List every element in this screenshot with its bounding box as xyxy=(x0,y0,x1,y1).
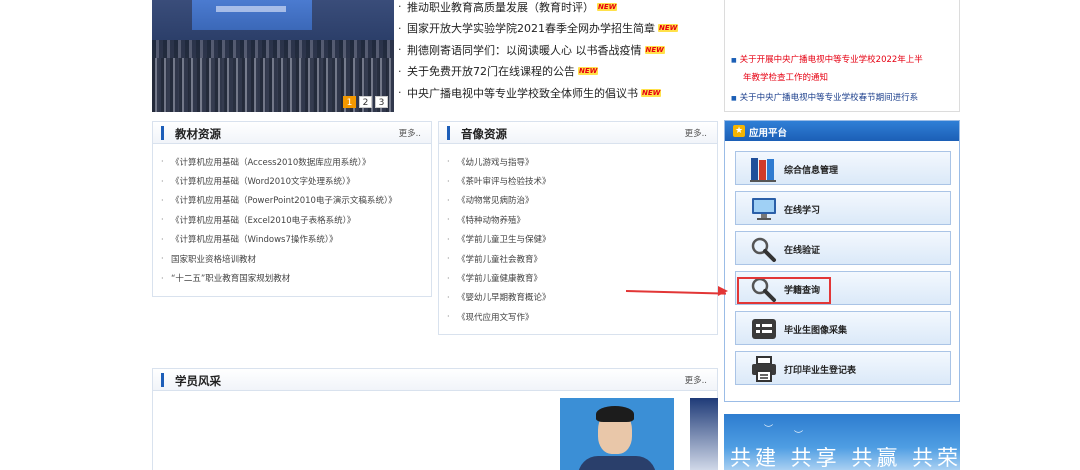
carousel-page-1[interactable]: 1 xyxy=(343,96,356,108)
list-item[interactable]: · 《特种动物养殖》 xyxy=(447,210,717,229)
news-item[interactable]: · 关于免费开放72门在线课程的公告 NEW xyxy=(398,61,698,83)
title-bar-marker xyxy=(447,126,450,140)
new-badge: NEW xyxy=(658,24,679,33)
panel-header: 学员风采 更多.. xyxy=(153,369,717,391)
app-platform-panel: ★ 应用平台 综合信息管理 在线学习 在线验证 学籍查询 毕业生图像采集 打印毕… xyxy=(724,120,960,402)
bullet-triangle-icon: ■ xyxy=(731,57,737,64)
news-title[interactable]: 推动职业教育高质量发展（教育时评） xyxy=(407,0,594,15)
title-bar-marker xyxy=(161,373,164,387)
list-item[interactable]: · 国家职业资格培训教材 xyxy=(161,249,431,268)
app-button-online-verification[interactable]: 在线验证 xyxy=(735,231,951,265)
promo-banner[interactable]: ︶ ︶ 共建 共享 共赢 共荣 xyxy=(724,414,960,470)
notice-item[interactable]: ■ 关于开展中央广播电视中等专业学校2022年上半 xyxy=(731,52,923,69)
notice-box: ■ 关于开展中央广播电视中等专业学校2022年上半 年教学检查工作的通知 ■ 关于中… xyxy=(724,0,960,112)
bird-icon: ︶ xyxy=(764,425,774,435)
new-badge: NEW xyxy=(644,45,665,54)
monitor-icon xyxy=(752,198,776,220)
list-item[interactable]: · 《动物常见病防治》 xyxy=(447,191,717,210)
news-title[interactable]: 中央广播电视中等专业学校致全体师生的倡议书 xyxy=(407,85,638,101)
carousel-page-2[interactable]: 2 xyxy=(359,96,372,108)
list-item[interactable]: · 《现代应用文写作》 xyxy=(447,307,717,326)
notice-item[interactable]: ■ 关于中央广播电视中等专业学校春节期间进行系 xyxy=(731,90,918,107)
app-button-print-registration[interactable]: 打印毕业生登记表 xyxy=(735,351,951,385)
new-badge: NEW xyxy=(597,2,618,11)
list-item[interactable]: · 《学前儿童社会教育》 xyxy=(447,249,717,268)
more-link[interactable]: 更多.. xyxy=(399,127,421,139)
list-item[interactable]: · 《计算机应用基础（Windows7操作系统）》 xyxy=(161,230,431,249)
printer-icon xyxy=(752,356,776,382)
news-item[interactable]: · 中央广播电视中等专业学校致全体师生的倡议书 NEW xyxy=(398,82,698,104)
list-item[interactable]: · 《学前儿童健康教育》 xyxy=(447,268,717,287)
more-link[interactable]: 更多.. xyxy=(685,374,707,386)
news-carousel-photo[interactable]: 1 2 3 xyxy=(152,0,394,112)
list-item[interactable]: · 《茶叶审评与检验技术》 xyxy=(447,171,717,190)
magnifier-icon xyxy=(751,237,776,262)
panel-title: 教材资源 xyxy=(175,127,221,141)
bird-icon: ︶ xyxy=(794,431,804,441)
panel-title: 音像资源 xyxy=(461,127,507,141)
news-title[interactable]: 关于免费开放72门在线课程的公告 xyxy=(407,63,575,79)
news-item[interactable]: · 推动职业教育高质量发展（教育时评） NEW xyxy=(398,0,698,18)
list-item[interactable]: · 《计算机应用基础（Access2010数据库应用系统）》 xyxy=(161,152,431,171)
new-badge: NEW xyxy=(641,88,662,97)
app-platform-title: 应用平台 xyxy=(749,128,788,139)
news-list: · 推动职业教育高质量发展（教育时评） NEW · 国家开放大学实验学院2021… xyxy=(398,0,698,104)
arrow-head-icon xyxy=(718,286,728,296)
panel-header: 教材资源 更多.. xyxy=(153,122,431,144)
list-item[interactable]: · 《计算机应用基础（Excel2010电子表格系统）》 xyxy=(161,210,431,229)
news-title[interactable]: 国家开放大学实验学院2021春季全网办学招生简章 xyxy=(407,20,655,36)
banner-text: 共建 共享 共赢 共荣 xyxy=(730,446,960,470)
title-bar-marker xyxy=(161,126,164,140)
star-icon: ★ xyxy=(733,125,745,137)
news-item[interactable]: · 国家开放大学实验学院2021春季全网办学招生简章 NEW xyxy=(398,18,698,40)
app-button-online-learning[interactable]: 在线学习 xyxy=(735,191,951,225)
list-item[interactable]: · 《计算机应用基础（Word2010文字处理系统）》 xyxy=(161,171,431,190)
list-item[interactable]: · 《幼儿游戏与指导》 xyxy=(447,152,717,171)
form-list-icon xyxy=(752,319,776,339)
list-item[interactable]: · 《学前儿童卫生与保健》 xyxy=(447,230,717,249)
app-platform-header: ★ 应用平台 xyxy=(725,121,959,141)
more-link[interactable]: 更多.. xyxy=(685,127,707,139)
notice-item-continued[interactable]: 年教学检查工作的通知 xyxy=(743,70,828,86)
app-button-graduate-photo[interactable]: 毕业生图像采集 xyxy=(735,311,951,345)
news-title[interactable]: 荆德刚寄语同学们：以阅读暖人心 以书香战疫情 xyxy=(407,42,642,58)
panel-header: 音像资源 更多.. xyxy=(439,122,717,144)
news-item[interactable]: · 荆德刚寄语同学们：以阅读暖人心 以书香战疫情 NEW xyxy=(398,39,698,61)
textbook-panel: 教材资源 更多.. · 《计算机应用基础（Access2010数据库应用系统）》 … xyxy=(152,121,432,297)
bullet-triangle-icon: ■ xyxy=(731,95,737,102)
new-badge: NEW xyxy=(578,67,599,76)
student-photo[interactable] xyxy=(560,398,674,470)
media-panel: 音像资源 更多.. · 《幼儿游戏与指导》 · 《茶叶审评与检验技术》 · 《动物常见… xyxy=(438,121,718,335)
list-item[interactable]: · 《计算机应用基础（PowerPoint2010电子演示文稿系统）》 xyxy=(161,191,431,210)
books-icon xyxy=(750,158,776,182)
app-button-info-management[interactable]: 综合信息管理 xyxy=(735,151,951,185)
student-photo-partial[interactable] xyxy=(690,398,718,470)
list-item[interactable]: · “十二五”职业教育国家规划教材 xyxy=(161,268,431,287)
carousel-pager: 1 2 3 xyxy=(343,96,388,108)
carousel-page-3[interactable]: 3 xyxy=(375,96,388,108)
highlight-box xyxy=(737,277,831,304)
panel-title: 学员风采 xyxy=(175,374,221,388)
